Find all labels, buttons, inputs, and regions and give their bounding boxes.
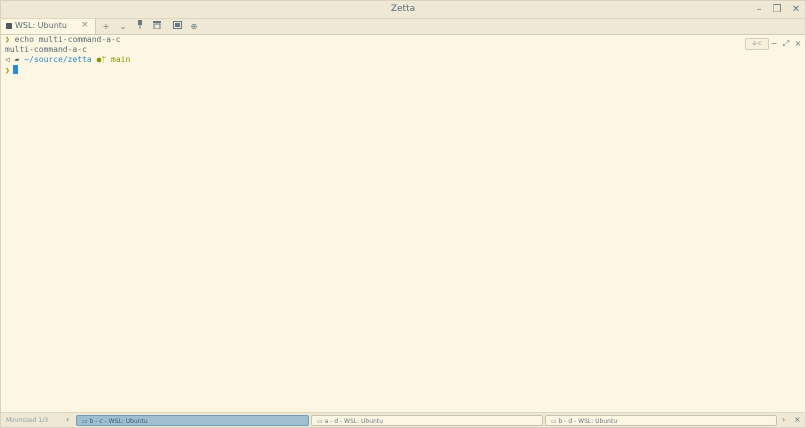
title-bar[interactable]: Zetta – ❐ ✕ xyxy=(1,1,805,19)
minimized-item[interactable]: ▭ a - d - WSL: Ubuntu xyxy=(311,415,543,426)
git-branch-icon: ᛘ xyxy=(101,55,107,64)
folder-icon: ▰ xyxy=(14,55,20,64)
git-branch-name: main xyxy=(111,55,131,64)
terminal-line: multi-command-a-c xyxy=(5,45,130,55)
pane-expand-icon[interactable]: ⤢ xyxy=(781,38,791,49)
prompt-symbol: ❯ xyxy=(5,66,10,75)
output-text: multi-command-a-c xyxy=(5,45,87,54)
input-line[interactable]: ❯ xyxy=(5,65,130,75)
next-minimized-button[interactable]: › xyxy=(782,415,785,424)
minimized-item-label: b - c - WSL: Ubuntu xyxy=(89,418,148,425)
pane-minimize-icon[interactable]: − xyxy=(769,38,779,49)
prev-minimized-button[interactable]: ‹ xyxy=(66,415,69,424)
pane-close-icon[interactable]: × xyxy=(793,38,803,49)
new-tab-button[interactable]: + xyxy=(100,20,112,33)
minimized-item-icon: ▭ xyxy=(82,418,90,425)
terminal-icon xyxy=(6,23,12,29)
tab-close-icon[interactable]: × xyxy=(81,20,89,30)
restore-icon[interactable]: ❐ xyxy=(770,3,784,16)
minimized-item-label: a - d - WSL: Ubuntu xyxy=(324,418,383,425)
minimized-item-label: b - d - WSL: Ubuntu xyxy=(558,418,618,425)
tab-label: WSL: Ubuntu xyxy=(15,21,67,30)
terminal-output[interactable]: ❯ echo multi-command-a-c multi-command-a… xyxy=(5,35,130,75)
terminal-window: Zetta – ❐ ✕ WSL: Ubuntu × + ⌄ ⊕ ❯ echo m… xyxy=(0,0,806,428)
tab-wsl-ubuntu[interactable]: WSL: Ubuntu × xyxy=(1,19,96,34)
minimized-count: Minimized 1/3 xyxy=(6,417,49,424)
text-cursor xyxy=(12,65,18,74)
archive-icon[interactable] xyxy=(151,20,163,33)
globe-icon[interactable]: ⊕ xyxy=(188,20,200,33)
minimized-item[interactable]: ▭ b - d - WSL: Ubuntu xyxy=(545,415,777,426)
terminal-line: ❯ echo multi-command-a-c xyxy=(5,35,130,45)
minimized-item-icon: ▭ xyxy=(317,418,325,425)
tab-bar: WSL: Ubuntu × + ⌄ ⊕ xyxy=(1,19,805,35)
minimized-item[interactable]: ▭ b - c - WSL: Ubuntu xyxy=(76,415,309,426)
close-minimized-icon[interactable]: × xyxy=(794,415,801,424)
pane-label: a-c xyxy=(745,38,769,50)
split-pane-icon[interactable] xyxy=(171,20,183,33)
prompt-line: ◁ ▰ ~/source/zetta ●ᛘ main xyxy=(5,55,130,65)
penguin-icon: ◁ xyxy=(5,55,10,64)
pin-icon[interactable] xyxy=(134,20,146,33)
window-title: Zetta xyxy=(390,4,416,14)
current-path: ~/source/zetta xyxy=(24,55,92,64)
minimized-bar: Minimized 1/3 ‹ ▭ b - c - WSL: Ubuntu ▭ … xyxy=(1,412,805,427)
close-icon[interactable]: ✕ xyxy=(789,3,803,16)
minimize-icon[interactable]: – xyxy=(752,3,766,16)
minimized-item-icon: ▭ xyxy=(551,418,559,425)
chevron-down-icon[interactable]: ⌄ xyxy=(117,20,129,33)
command-text: echo multi-command-a-c xyxy=(9,35,121,44)
